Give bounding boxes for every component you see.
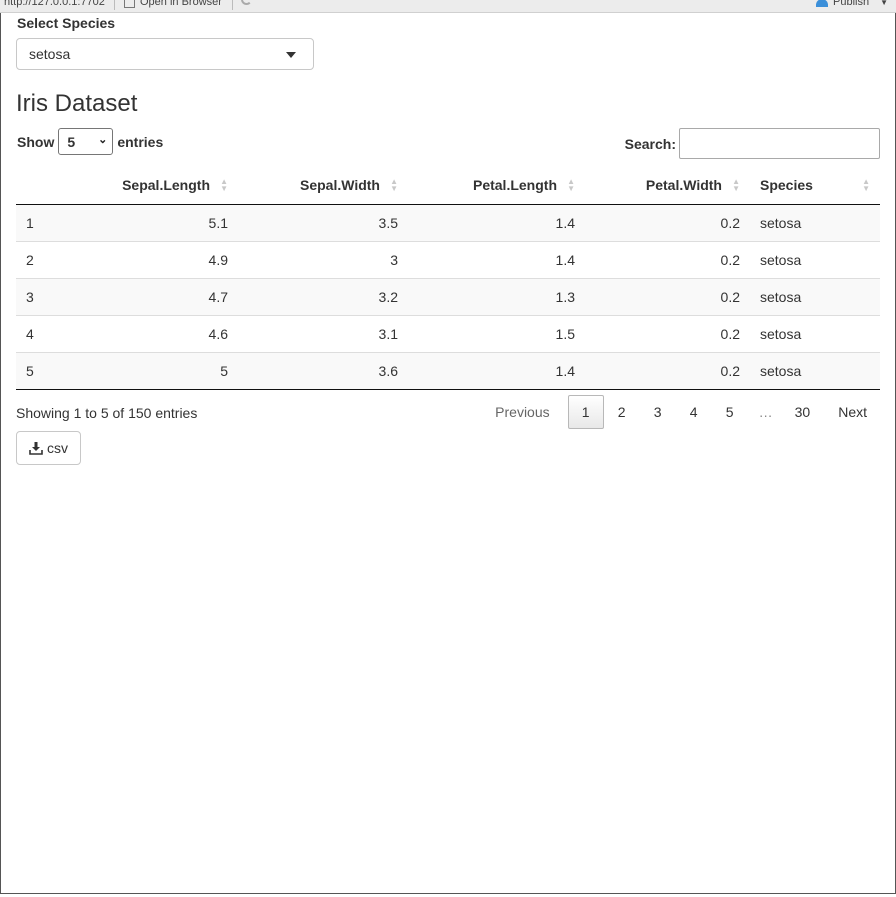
length-menu: Show 5 ⌄ entries [17, 128, 163, 155]
cell-rownum: 4 [16, 315, 88, 353]
cell-rownum: 2 [16, 241, 88, 279]
sort-icon: ▲ ▼ [862, 177, 870, 193]
cell-sepal-length: 5 [88, 352, 238, 390]
caret-down-icon [286, 52, 296, 58]
pagination: Previous 1 2 3 4 5 … 30 Next [477, 395, 882, 429]
entries-label: entries [117, 133, 164, 150]
cell-petal-width: 0.2 [585, 241, 750, 279]
column-header-label: Petal.Width [645, 177, 722, 193]
previous-page-button[interactable]: Previous [477, 395, 567, 429]
cell-petal-length: 1.4 [408, 352, 585, 390]
table-row[interactable]: 3 4.7 3.2 1.3 0.2 setosa [16, 278, 880, 316]
url-text: http://127.0.0.1:7702 [4, 0, 105, 8]
column-header-rownum[interactable] [16, 166, 88, 205]
open-in-browser-label: Open in Browser [140, 0, 222, 8]
table-info: Showing 1 to 5 of 150 entries [16, 405, 198, 421]
next-page-button[interactable]: Next [821, 395, 882, 429]
cell-petal-width: 0.2 [585, 204, 750, 242]
table-row[interactable]: 1 5.1 3.5 1.4 0.2 setosa [16, 204, 880, 242]
data-table: Sepal.Length ▲ ▼ Sepal.Width ▲ ▼ Petal.Len… [16, 166, 880, 390]
table-row[interactable]: 2 4.9 3 1.4 0.2 setosa [16, 241, 880, 279]
column-header-sepal-width[interactable]: Sepal.Width ▲ ▼ [238, 166, 408, 205]
column-header-sepal-length[interactable]: Sepal.Length ▲ ▼ [88, 166, 238, 205]
cell-sepal-length: 4.9 [88, 241, 238, 279]
sort-icon: ▲ ▼ [220, 177, 228, 193]
chevron-down-icon: ⌄ [98, 134, 108, 146]
entries-select-value: 5 [67, 133, 76, 150]
publish-icon [816, 0, 828, 7]
cell-species: setosa [750, 352, 880, 390]
cell-sepal-width: 3.1 [238, 315, 408, 353]
page-button-3[interactable]: 3 [640, 395, 676, 429]
column-header-petal-width[interactable]: Petal.Width ▲ ▼ [585, 166, 750, 205]
cell-sepal-width: 3.5 [238, 204, 408, 242]
cell-petal-length: 1.5 [408, 315, 585, 353]
cell-sepal-length: 5.1 [88, 204, 238, 242]
page-title: Iris Dataset [16, 90, 138, 117]
sort-icon: ▲ ▼ [567, 177, 575, 193]
toolbar-divider [114, 0, 115, 10]
csv-button-label: csv [47, 440, 68, 456]
table-row[interactable]: 5 5 3.6 1.4 0.2 setosa [16, 352, 880, 390]
column-header-label: Petal.Length [472, 177, 557, 193]
cell-rownum: 5 [16, 352, 88, 390]
open-in-browser-button[interactable]: Open in Browser [124, 0, 222, 8]
chevron-down-icon: ▼ [880, 0, 888, 7]
cell-species: setosa [750, 204, 880, 242]
column-header-label: Species [760, 177, 813, 193]
sort-icon: ▲ ▼ [390, 177, 398, 193]
page-button-1[interactable]: 1 [567, 395, 604, 429]
cell-sepal-length: 4.7 [88, 278, 238, 316]
column-header-label: Sepal.Width [300, 177, 380, 193]
column-header-label: Sepal.Length [122, 177, 210, 193]
cell-rownum: 1 [16, 204, 88, 242]
cell-petal-length: 1.4 [408, 204, 585, 242]
cell-sepal-width: 3 [238, 241, 408, 279]
page-button-30[interactable]: 30 [784, 395, 822, 429]
entries-select[interactable]: 5 ⌄ [58, 128, 114, 155]
cell-species: setosa [750, 315, 880, 353]
publish-button[interactable]: Publish ▼ [816, 0, 888, 8]
toolbar-divider [232, 0, 233, 10]
csv-download-button[interactable]: csv [16, 431, 81, 465]
cell-petal-width: 0.2 [585, 315, 750, 353]
search-box: Search: [625, 128, 880, 159]
download-icon [29, 441, 43, 455]
page-button-4[interactable]: 4 [676, 395, 712, 429]
species-selected-value: setosa [29, 46, 71, 62]
show-label: Show [17, 133, 55, 150]
cell-petal-width: 0.2 [585, 278, 750, 316]
cell-sepal-length: 4.6 [88, 315, 238, 353]
viewer-toolbar: http://127.0.0.1:7702 Open in Browser Pu… [0, 0, 896, 13]
page-ellipsis: … [758, 404, 773, 420]
cell-species: setosa [750, 278, 880, 316]
window-icon [124, 0, 135, 8]
species-select[interactable]: setosa [16, 38, 314, 70]
cell-rownum: 3 [16, 278, 88, 316]
cell-petal-length: 1.3 [408, 278, 585, 316]
sort-icon: ▲ ▼ [732, 177, 740, 193]
cell-petal-width: 0.2 [585, 352, 750, 390]
refresh-icon[interactable] [241, 0, 252, 5]
cell-species: setosa [750, 241, 880, 279]
column-header-petal-length[interactable]: Petal.Length ▲ ▼ [408, 166, 585, 205]
search-input[interactable] [679, 128, 880, 159]
search-label: Search: [624, 135, 676, 152]
table-row[interactable]: 4 4.6 3.1 1.5 0.2 setosa [16, 315, 880, 353]
publish-label: Publish [833, 0, 870, 8]
species-select-label: Select Species [17, 15, 116, 31]
cell-sepal-width: 3.2 [238, 278, 408, 316]
page-button-5[interactable]: 5 [712, 395, 748, 429]
page-button-2[interactable]: 2 [604, 395, 640, 429]
column-header-species[interactable]: Species ▲ ▼ [750, 166, 880, 205]
cell-petal-length: 1.4 [408, 241, 585, 279]
table-header-row: Sepal.Length ▲ ▼ Sepal.Width ▲ ▼ Petal.Len… [16, 166, 880, 205]
cell-sepal-width: 3.6 [238, 352, 408, 390]
